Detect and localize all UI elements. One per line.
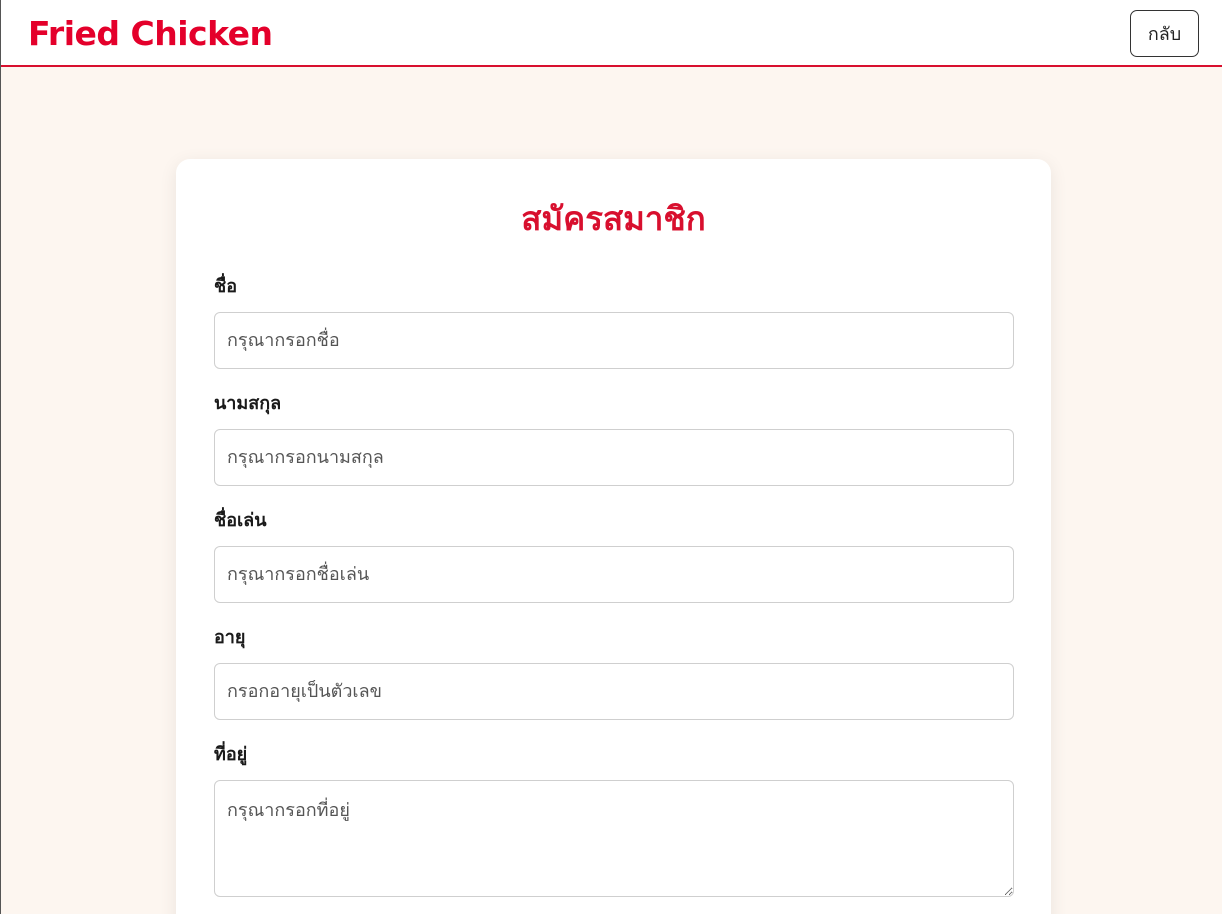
address-label: ที่อยู่ (214, 744, 248, 765)
age-input[interactable] (214, 663, 1014, 720)
nickname-input[interactable] (214, 546, 1014, 603)
main-content: สมัครสมาชิก ชื่อ นามสกุล ชื่อเล่น อายุ ท… (1, 69, 1222, 914)
last-name-label: นามสกุล (214, 393, 282, 414)
address-textarea[interactable] (214, 780, 1014, 897)
first-name-input[interactable] (214, 312, 1014, 369)
back-button[interactable]: กลับ (1130, 10, 1199, 57)
nickname-label: ชื่อเล่น (214, 510, 267, 531)
registration-card: สมัครสมาชิก ชื่อ นามสกุล ชื่อเล่น อายุ ท… (176, 159, 1051, 914)
first-name-label: ชื่อ (214, 276, 238, 297)
age-label: อายุ (214, 627, 246, 648)
page-title: สมัครสมาชิก (521, 199, 706, 238)
top-navbar: Fried Chicken กลับ (1, 0, 1222, 67)
brand-logo-text[interactable]: Fried Chicken (28, 12, 273, 56)
last-name-input[interactable] (214, 429, 1014, 486)
